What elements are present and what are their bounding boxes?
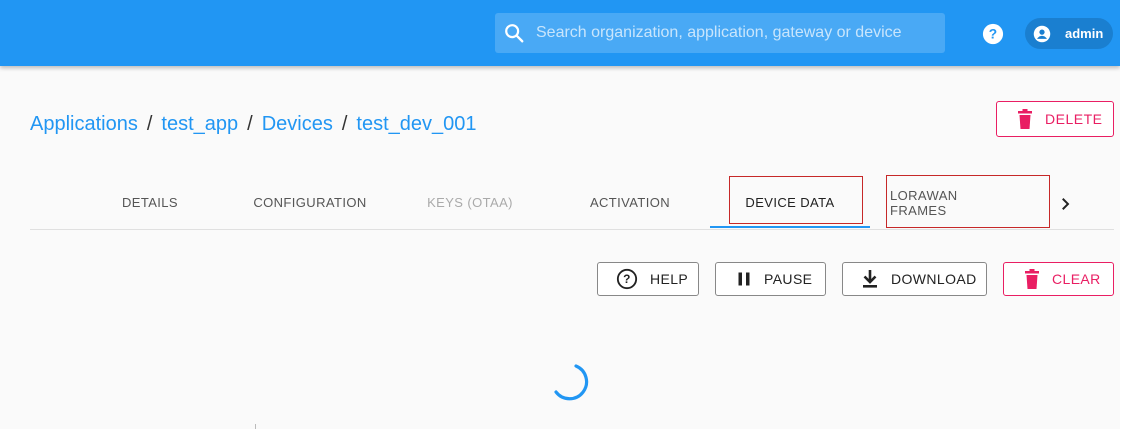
trash-icon: [1018, 109, 1032, 129]
divider-tick: [255, 424, 256, 429]
download-button-label: DOWNLOAD: [891, 271, 977, 287]
trash-icon: [1025, 269, 1039, 289]
highlight-box-device-data: [729, 176, 863, 224]
download-icon: [863, 270, 877, 288]
app-header: ? admin: [0, 0, 1120, 66]
delete-button-label: DELETE: [1045, 111, 1103, 127]
tab-details[interactable]: DETAILS: [95, 176, 205, 229]
delete-button[interactable]: DELETE: [996, 101, 1114, 137]
clear-button[interactable]: CLEAR: [1003, 262, 1114, 296]
help-button-label: HELP: [650, 271, 689, 287]
svg-text:?: ?: [989, 27, 997, 42]
tab-configuration[interactable]: CONFIGURATION: [230, 176, 390, 229]
help-circle-outline-icon: ?: [616, 268, 638, 290]
clear-button-label: CLEAR: [1052, 271, 1101, 287]
breadcrumb-devices[interactable]: Devices: [262, 113, 333, 136]
account-circle-icon: [1033, 25, 1051, 42]
pause-button-label: PAUSE: [764, 271, 813, 287]
highlight-box-lorawan-frames: [886, 175, 1050, 228]
breadcrumb-separator: /: [247, 113, 253, 135]
breadcrumb-applications[interactable]: Applications: [30, 113, 138, 136]
breadcrumb: Applications / test_app / Devices / test…: [30, 113, 477, 136]
search-input[interactable]: [534, 23, 938, 43]
user-menu-button[interactable]: admin: [1025, 18, 1113, 49]
window-edge: [1120, 0, 1125, 429]
chevron-right-icon[interactable]: [1056, 195, 1074, 213]
spinner-icon: [554, 364, 589, 401]
breadcrumb-separator: /: [341, 113, 348, 135]
tab-activation[interactable]: ACTIVATION: [560, 176, 700, 229]
active-tab-indicator: [710, 226, 870, 228]
download-button[interactable]: DOWNLOAD: [842, 262, 987, 296]
help-button[interactable]: ? HELP: [597, 262, 699, 296]
breadcrumb-application[interactable]: test_app: [161, 113, 238, 136]
help-circle-icon[interactable]: ?: [982, 23, 1004, 45]
tab-keys-otaa: KEYS (OTAA): [427, 195, 513, 210]
breadcrumb-device[interactable]: test_dev_001: [356, 113, 476, 136]
user-name: admin: [1065, 26, 1104, 41]
svg-text:?: ?: [623, 272, 631, 286]
breadcrumb-separator: /: [146, 113, 153, 135]
search-bar[interactable]: [495, 13, 945, 53]
search-icon: [505, 24, 524, 43]
pause-button[interactable]: PAUSE: [715, 262, 826, 296]
pause-icon: [738, 272, 750, 286]
